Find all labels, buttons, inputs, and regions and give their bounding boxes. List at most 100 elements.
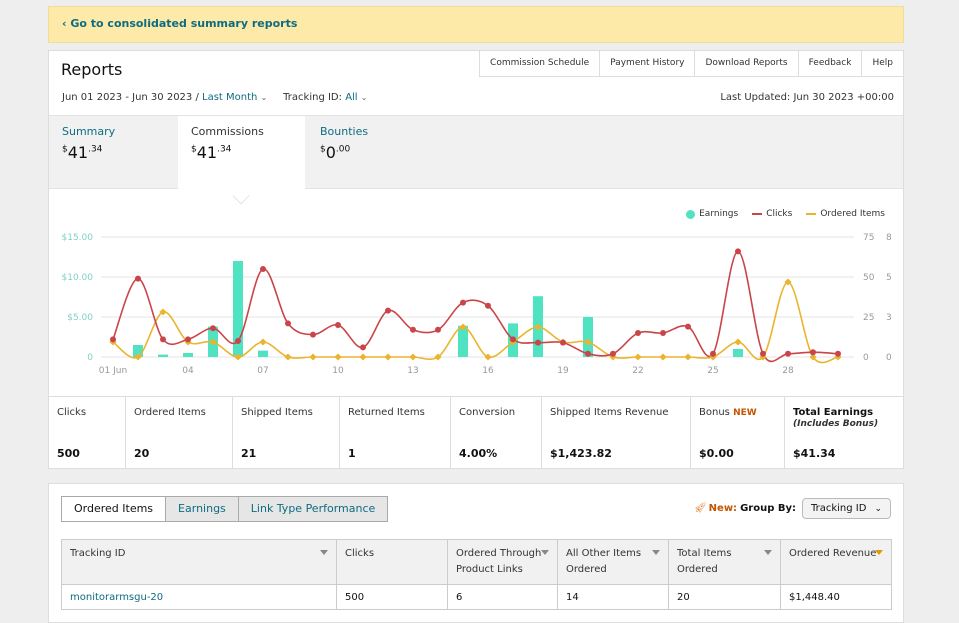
clicks-point	[760, 350, 766, 357]
tracking-label: Tracking ID:	[283, 92, 342, 103]
clicks-point	[485, 302, 491, 309]
summary-tabs: Summary $41.34 Commissions $41.34 Bounti…	[49, 115, 903, 191]
clicks-point	[135, 275, 141, 282]
tab-ordered-items[interactable]: Ordered Items	[62, 497, 166, 521]
x-tick: 25	[707, 366, 718, 376]
detail-panel: Ordered Items Earnings Link Type Perform…	[48, 483, 904, 623]
ordered-point	[334, 353, 342, 361]
clicks-point	[260, 266, 266, 272]
y-left-tick: $5.00	[67, 313, 93, 323]
col-clicks[interactable]: Clicks	[336, 539, 448, 585]
earnings-bar	[258, 350, 268, 357]
y-clicks-tick: 75	[863, 233, 874, 243]
clicks-point	[510, 336, 516, 343]
ordered-point	[309, 353, 317, 361]
metric-bonus: Bonus NEW $0.00	[691, 397, 785, 469]
clicks-point	[335, 322, 341, 328]
earnings-chart: Earnings Clicks Ordered Items $15.00 75 8 $…	[49, 191, 903, 396]
table-cell: 500	[336, 584, 448, 610]
ordered-point	[659, 353, 667, 361]
tracking-dropdown[interactable]: All ⌄	[345, 92, 367, 103]
tab-commissions[interactable]: Commissions $41.34	[178, 116, 305, 191]
tracking-id-link[interactable]: monitorarmsgu-20	[61, 584, 337, 610]
tab-label: Summary	[62, 125, 116, 138]
y-clicks-tick: 0	[863, 353, 869, 363]
metric-label: Ordered Items	[134, 407, 206, 418]
clicks-point	[660, 330, 666, 336]
earnings-bar	[183, 353, 193, 357]
tab-label: Bounties	[320, 125, 369, 138]
date-filter-row: Jun 01 2023 - Jun 30 2023 / Last Month ⌄…	[62, 92, 367, 103]
consolidated-link[interactable]: ‹ Go to consolidated summary reports	[62, 17, 297, 30]
last-updated: Last Updated: Jun 30 2023 +00:00	[720, 92, 894, 103]
clicks-point	[285, 320, 291, 327]
col-ordered-revenue[interactable]: Ordered Revenue	[780, 539, 892, 585]
metric-label: Shipped Items Revenue	[550, 407, 669, 418]
clicks-point	[835, 350, 841, 357]
table-cell: 6	[447, 584, 558, 610]
tab-amount: $0.00	[320, 143, 351, 162]
x-tick: 01 Jun	[99, 366, 127, 376]
top-button-bar: Commission Schedule Payment History Down…	[479, 51, 903, 77]
clicks-swatch-icon	[752, 213, 763, 215]
commission-schedule-button[interactable]: Commission Schedule	[480, 51, 599, 76]
tab-bounties[interactable]: Bounties $0.00	[307, 116, 437, 189]
y-left-tick: $15.00	[62, 233, 94, 243]
metric-label: Clicks	[57, 407, 87, 418]
clicks-point	[585, 350, 591, 357]
legend-clicks[interactable]: Clicks	[752, 209, 792, 219]
col-total-items[interactable]: Total Items Ordered	[668, 539, 781, 585]
metric-value: 500	[57, 447, 80, 460]
clicks-point	[785, 350, 791, 357]
page-title: Reports	[61, 60, 123, 79]
group-by-label: Group By:	[740, 503, 796, 514]
ordered-point	[359, 353, 367, 361]
col-all-other-items[interactable]: All Other Items Ordered	[557, 539, 669, 585]
ordered-point	[734, 338, 742, 346]
consolidated-banner: ‹ Go to consolidated summary reports	[48, 6, 904, 43]
clicks-point	[560, 339, 566, 346]
y-ordered-tick: 8	[886, 233, 892, 243]
ordered-point	[684, 353, 692, 361]
clicks-point	[810, 349, 816, 356]
legend-earnings[interactable]: Earnings	[686, 209, 738, 219]
clicks-point	[410, 326, 416, 333]
table-cell: 14	[557, 584, 669, 610]
help-button[interactable]: Help	[861, 51, 903, 76]
legend-ordered-items[interactable]: Ordered Items	[806, 209, 885, 219]
period-dropdown[interactable]: Last Month ⌄	[202, 92, 267, 103]
x-tick: 16	[482, 366, 494, 376]
ordered-point	[284, 353, 292, 361]
metric-sublabel: (Includes Bonus)	[793, 419, 879, 429]
col-tracking-id[interactable]: Tracking ID	[61, 539, 337, 585]
metric-label: Returned Items	[348, 407, 425, 418]
table-cell: $1,448.40	[780, 584, 892, 610]
clicks-point	[710, 350, 716, 357]
clicks-point	[210, 325, 216, 332]
group-by-select[interactable]: Tracking ID ⌄	[801, 498, 891, 519]
metrics-row: Clicks 500 Ordered Items 20 Shipped Items 2…	[49, 396, 903, 469]
metric-ordered-items: Ordered Items 20	[126, 397, 233, 469]
tab-amount: $41.34	[191, 143, 232, 162]
payment-history-button[interactable]: Payment History	[599, 51, 694, 76]
clicks-point	[160, 336, 166, 343]
tab-link-type-performance[interactable]: Link Type Performance	[237, 497, 388, 521]
metric-returned-items: Returned Items 1	[340, 397, 451, 469]
col-ordered-through[interactable]: Ordered Through Product Links	[447, 539, 558, 585]
clicks-point	[610, 350, 616, 357]
metric-value: $41.34	[793, 447, 836, 460]
y-clicks-tick: 50	[863, 273, 875, 283]
clicks-point	[110, 336, 116, 343]
y-ordered-tick: 0	[886, 353, 892, 363]
metric-shipped-items: Shipped Items 21	[233, 397, 340, 469]
tab-earnings[interactable]: Earnings	[165, 497, 238, 521]
clicks-point	[435, 326, 441, 333]
metric-value: 21	[241, 447, 257, 460]
tab-summary[interactable]: Summary $41.34	[49, 116, 177, 189]
ordered-point	[384, 353, 392, 361]
download-reports-button[interactable]: Download Reports	[694, 51, 797, 76]
feedback-button[interactable]: Feedback	[797, 51, 862, 76]
date-range: Jun 01 2023 - Jun 30 2023 /	[62, 92, 199, 103]
ordered-swatch-icon	[806, 213, 817, 215]
table-row: monitorarmsgu-20 500 6 14 20 $1,448.40	[61, 584, 892, 610]
